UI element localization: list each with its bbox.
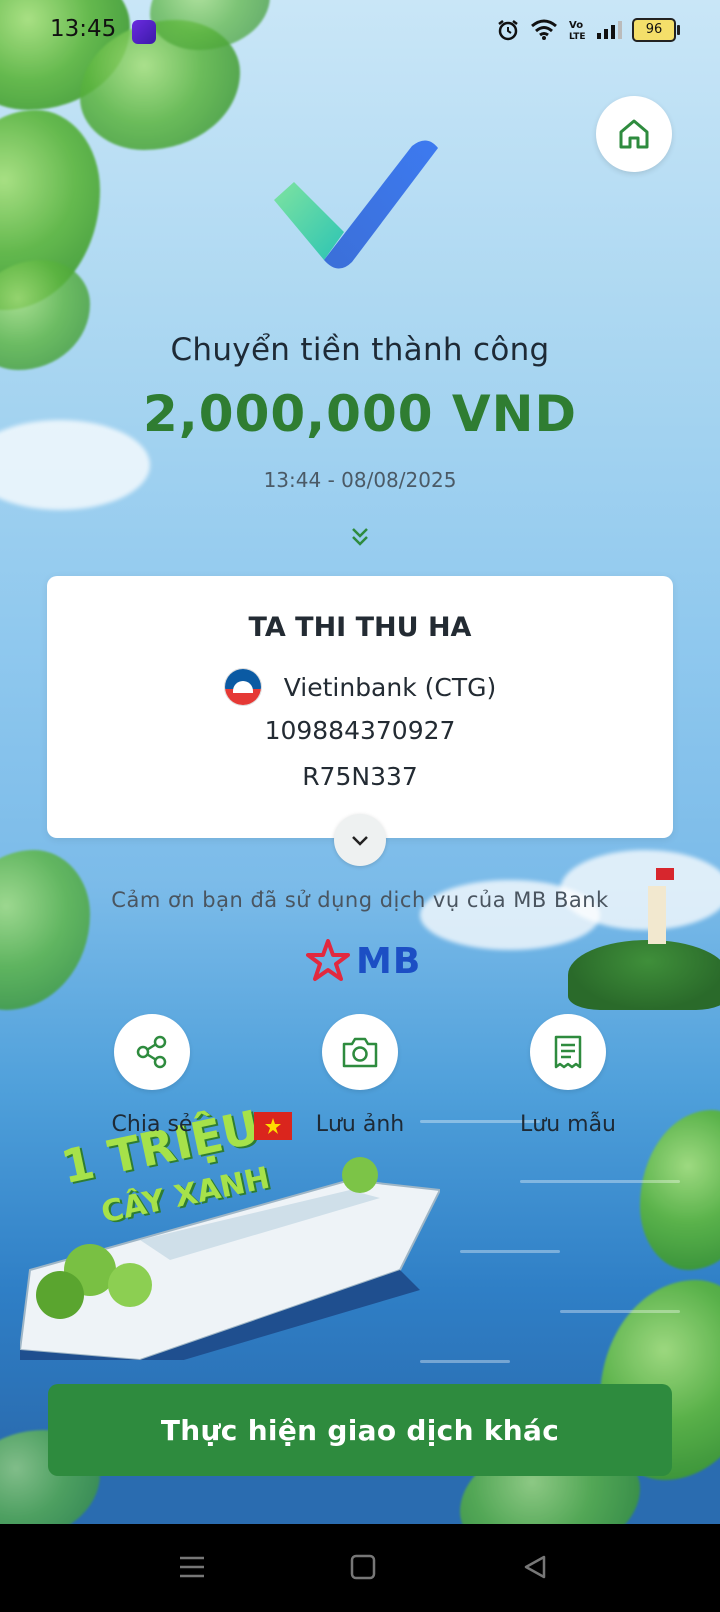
home-icon	[619, 119, 649, 149]
transaction-reference: R75N337	[302, 762, 418, 791]
double-chevron-down-icon[interactable]	[346, 523, 374, 551]
chevron-down-icon	[352, 836, 368, 846]
recipient-name: TA THI THU HA	[248, 612, 472, 643]
svg-text:Vo: Vo	[569, 20, 583, 31]
share-icon	[136, 1035, 167, 1069]
home-nav-icon[interactable]	[350, 1554, 376, 1580]
home-button[interactable]	[596, 96, 672, 172]
result-title: Chuyển tiền thành công	[170, 332, 550, 368]
camera-icon	[342, 1037, 378, 1068]
share-button[interactable]	[114, 1014, 190, 1090]
mb-logo: MB	[306, 936, 426, 986]
new-transaction-label: Thực hiện giao dịch khác	[160, 1413, 560, 1447]
save-image-button[interactable]	[322, 1014, 398, 1090]
thanks-message: Cảm ơn bạn đã sử dụng dịch vụ của MB Ban…	[111, 888, 609, 912]
save-image-action[interactable]: Lưu ảnh	[280, 1014, 440, 1137]
success-check-icon	[262, 130, 462, 290]
promo-banner: 1 TRIỆU CÂY XANH	[18, 1100, 442, 1370]
wifi-icon	[531, 19, 557, 40]
battery-icon: 96	[632, 18, 680, 42]
recipient-card: TA THI THU HA Vietinbank (CTG) 109884370…	[47, 576, 673, 838]
save-template-action[interactable]: Lưu mẫu	[488, 1014, 648, 1137]
app-notification-icon	[132, 20, 156, 44]
save-template-label: Lưu mẫu	[520, 1112, 616, 1137]
status-bar: 13:45 Vo LTE 96	[0, 0, 720, 64]
status-time: 13:45	[50, 16, 117, 42]
volte-icon: Vo LTE	[569, 20, 586, 42]
transfer-datetime: 13:44 - 08/08/2025	[263, 468, 457, 492]
save-template-button[interactable]	[530, 1014, 606, 1090]
mb-brand-text: MB	[356, 940, 422, 982]
account-number: 109884370927	[264, 716, 456, 745]
signal-icon	[597, 21, 622, 39]
back-nav-icon[interactable]	[522, 1554, 548, 1580]
share-label: Chia sẻ	[111, 1112, 193, 1137]
svg-text:LTE: LTE	[569, 32, 586, 42]
mb-star-icon	[306, 939, 350, 981]
new-transaction-button[interactable]: Thực hiện giao dịch khác	[48, 1384, 672, 1476]
transfer-amount: 2,000,000 VND	[143, 385, 577, 443]
menu-nav-icon[interactable]	[178, 1554, 206, 1580]
bank-name: Vietinbank (CTG)	[283, 672, 497, 702]
system-nav-bar	[0, 1524, 720, 1612]
vietinbank-logo-icon	[223, 668, 262, 706]
success-screen: 1 TRIỆU CÂY XANH 13:45 Vo LTE 96 Chuyển …	[0, 0, 720, 1612]
vietnam-flag-icon	[254, 1112, 292, 1140]
bank-row: Vietinbank (CTG)	[47, 668, 673, 706]
status-icons: Vo LTE 96	[496, 18, 680, 42]
alarm-icon	[498, 20, 518, 41]
save-image-label: Lưu ảnh	[315, 1112, 405, 1137]
receipt-icon	[554, 1035, 582, 1069]
expand-details-button[interactable]	[334, 814, 386, 866]
share-action[interactable]: Chia sẻ	[72, 1014, 232, 1137]
